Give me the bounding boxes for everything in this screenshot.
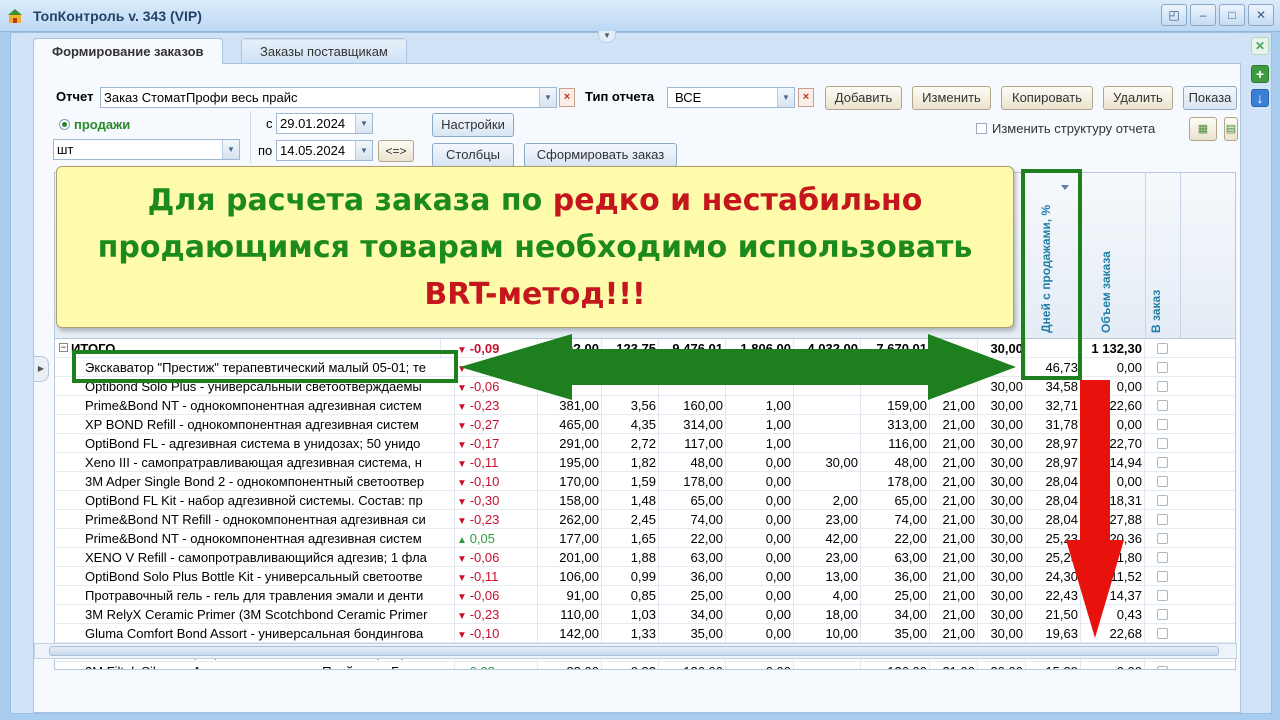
tab-order-forming[interactable]: Формирование заказов <box>33 38 223 64</box>
arrow-down-red <box>1066 380 1124 638</box>
double-arrow-green <box>460 334 1016 400</box>
annotation-arrows <box>460 334 1124 638</box>
